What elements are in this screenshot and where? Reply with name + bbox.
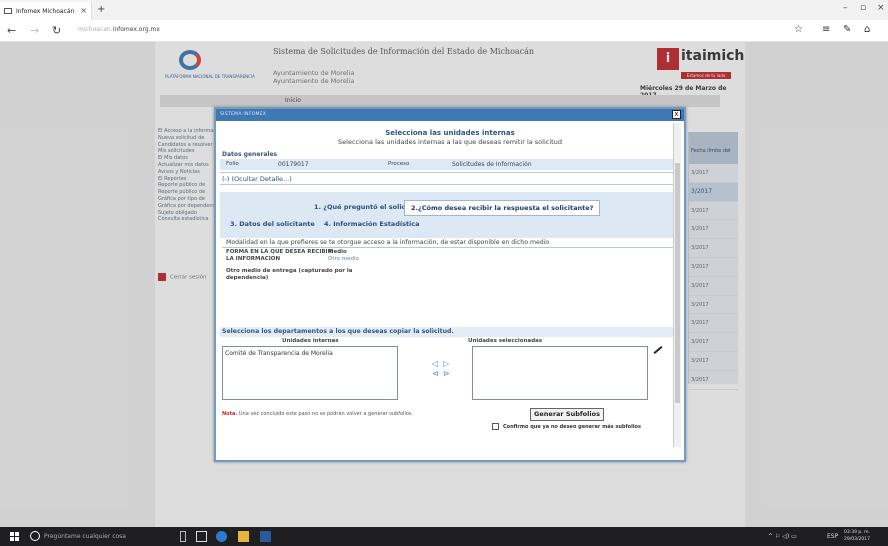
note-prefix: Nota. <box>222 411 238 417</box>
generate-subfolios-button[interactable]: Generar Subfolios <box>530 408 604 421</box>
cortana-icon[interactable] <box>30 531 40 541</box>
edge-browser-icon[interactable] <box>216 531 227 542</box>
pen-mark-icon <box>653 346 663 354</box>
add-unit-arrow-icon[interactable]: ▷ <box>443 359 449 368</box>
file-explorer-icon[interactable] <box>238 531 249 542</box>
dialog-heading: Selecciona las unidades internas <box>385 129 515 137</box>
medio-value: Otro medio <box>328 256 359 262</box>
browser-tab[interactable]: Infomex Michoacán × <box>0 2 92 20</box>
back-button[interactable]: ← <box>7 24 16 37</box>
url-field[interactable]: michoacan.infomex.org.mx <box>78 26 160 33</box>
tab-statistics[interactable]: 4. Información Estadística <box>324 220 420 228</box>
close-window-button[interactable]: × <box>877 3 885 13</box>
remove-all-arrow-icon[interactable]: ⊲ <box>432 369 439 378</box>
tab-title: Infomex Michoacán <box>16 7 75 15</box>
select-units-dialog: SISTEMA INFOMEX x Selecciona las unidade… <box>214 107 686 462</box>
modality-text: Modalidad en la que prefieres se te otor… <box>226 239 550 246</box>
divider <box>220 172 680 173</box>
dialog-subheading: Selecciona las unidades internas a las q… <box>338 138 562 146</box>
divider <box>220 184 680 185</box>
transfer-arrows: ◁ ▷ ⊲ ⊳ <box>432 359 456 379</box>
selected-units-label: Unidades seleccionadas <box>468 338 543 344</box>
confirm-checkbox[interactable] <box>492 423 499 430</box>
add-all-arrow-icon[interactable]: ⊳ <box>443 369 450 378</box>
forward-button[interactable]: → <box>30 24 39 37</box>
dialog-close-button[interactable]: x <box>672 110 681 119</box>
clock-time: 03:39 p. m. <box>844 530 870 535</box>
divider <box>222 247 678 248</box>
folio-value: 00179017 <box>278 161 309 168</box>
copy-section-label: Selecciona los departamentos a los que d… <box>222 328 454 335</box>
other-medium-label: Otro medio de entrega (capturado por la … <box>226 268 353 281</box>
language-indicator[interactable]: ESP <box>827 533 838 540</box>
general-data-label: Datos generales <box>222 151 278 158</box>
internal-units-list[interactable]: Comité de Transparencia de Morelia <box>222 346 398 400</box>
process-value: Solicitudes de Información <box>452 161 532 168</box>
process-label: Proceso <box>388 161 410 167</box>
tab-applicant[interactable]: 3. Datos del solicitante <box>230 220 315 228</box>
windows-taskbar: Pregúntame cualquier cosa ^ ⚐ ◁) ▭ ESP 0… <box>0 527 888 546</box>
system-tray-icons[interactable]: ^ ⚐ ◁) ▭ <box>768 533 797 540</box>
toggle-details-link[interactable]: (-) (Ocultar Detalle...) <box>222 175 292 183</box>
minimize-button[interactable]: – <box>843 3 848 13</box>
taskbar-search-input[interactable]: Pregúntame cualquier cosa <box>44 533 126 540</box>
url-text: infomex.org.mx <box>112 26 160 33</box>
medio-label: Medio <box>328 249 347 255</box>
note-text: Nota. Una vez concluido este paso no se … <box>222 411 432 417</box>
dialog-titlebar: SISTEMA INFOMEX x <box>216 109 684 121</box>
url-prefix: michoacan. <box>78 26 113 33</box>
clock-date: 29/03/2017 <box>844 537 870 542</box>
favorite-star-icon[interactable]: ☆ <box>794 24 803 35</box>
folio-label: Folio <box>226 161 239 167</box>
tab-delivery[interactable]: 2.¿Cómo desea recibir la respuesta el so… <box>404 200 601 216</box>
scrollbar-thumb[interactable] <box>675 163 680 403</box>
web-note-icon[interactable]: ✎ <box>843 24 851 35</box>
share-icon[interactable]: ⌂ <box>864 24 870 35</box>
address-bar-row: ← → ↻ michoacan.infomex.org.mx ☆ ≡ ✎ ⌂ <box>0 20 888 42</box>
dialog-title: SISTEMA INFOMEX <box>220 112 267 117</box>
browser-tab-bar: Infomex Michoacán × + – ▫ × <box>0 0 888 20</box>
tab-close-icon[interactable]: × <box>80 6 87 15</box>
taskbar-clock[interactable]: 03:39 p. m. 29/03/2017 <box>844 529 870 543</box>
selected-units-list[interactable] <box>472 346 648 400</box>
dialog-scrollbar[interactable] <box>673 123 681 447</box>
new-tab-button[interactable]: + <box>97 4 105 15</box>
word-app-icon[interactable] <box>260 531 271 542</box>
restore-button[interactable]: ▫ <box>860 3 866 13</box>
start-windows-icon[interactable] <box>10 532 19 541</box>
note-body: Una vez concluido este paso no se podrán… <box>237 411 414 417</box>
form-label: FORMA EN LA QUE DESEA RECIBIR LA INFORMA… <box>226 249 332 262</box>
list-item[interactable]: Comité de Transparencia de Morelia <box>223 347 397 360</box>
microphone-icon[interactable] <box>180 531 186 542</box>
refresh-button[interactable]: ↻ <box>52 24 61 37</box>
task-view-icon[interactable] <box>196 531 207 542</box>
remove-unit-arrow-icon[interactable]: ◁ <box>432 359 438 368</box>
request-tabs: 1. ¿Qué preguntó el solicitante? 2.¿Cómo… <box>220 192 680 238</box>
page-favicon-icon <box>4 8 12 14</box>
internal-units-label: Unidades internas <box>282 338 339 344</box>
confirm-label: Confirmo que ya no deseo generar más sub… <box>503 424 641 430</box>
hub-icon[interactable]: ≡ <box>822 24 830 35</box>
